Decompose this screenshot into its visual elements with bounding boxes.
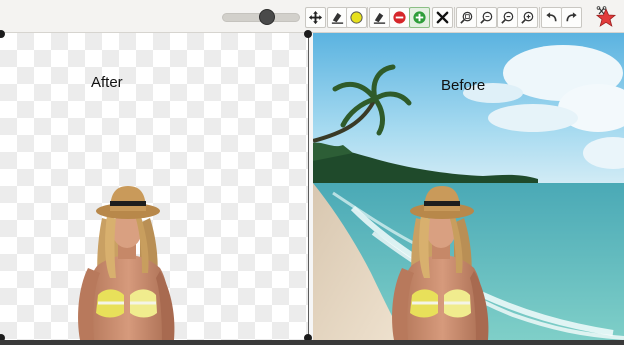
eraser-plus-icon <box>331 12 344 24</box>
app-logo <box>594 6 618 30</box>
green-plus-circle-icon <box>413 11 426 24</box>
redo-icon <box>566 12 577 22</box>
move-tool-button[interactable] <box>305 7 326 28</box>
toolbar-separator <box>367 7 368 28</box>
zoom-slider-thumb[interactable] <box>259 9 275 25</box>
toolbar-separator <box>454 7 455 28</box>
red-minus-circle-icon <box>393 11 406 24</box>
add-color-button[interactable] <box>409 7 430 28</box>
keep-color-button[interactable] <box>346 7 367 28</box>
status-bar <box>0 340 624 345</box>
keep-brush-button[interactable] <box>327 7 348 28</box>
zoom-actual-button[interactable] <box>476 7 497 28</box>
before-label: Before <box>441 77 486 94</box>
resize-handle[interactable] <box>304 30 312 38</box>
move-arrows-icon <box>308 10 323 25</box>
x-icon <box>436 11 449 24</box>
after-canvas[interactable]: After <box>0 33 309 340</box>
zoom-fit-button[interactable] <box>456 7 477 28</box>
before-canvas[interactable]: Before <box>313 33 624 340</box>
after-label: After <box>91 74 123 91</box>
zoom-out-icon <box>501 11 514 24</box>
zoom-in-button[interactable] <box>517 7 538 28</box>
zoom-in-icon <box>521 11 534 24</box>
eraser-minus-icon <box>373 12 386 24</box>
undo-icon <box>546 12 557 22</box>
redo-button[interactable] <box>561 7 582 28</box>
star-scissors-icon <box>595 6 617 27</box>
zoom-out-button[interactable] <box>497 7 518 28</box>
remove-color-button[interactable] <box>389 7 410 28</box>
remove-brush-button[interactable] <box>369 7 390 28</box>
toolbar <box>0 0 624 33</box>
zoom-slider[interactable] <box>222 9 302 25</box>
toolbar-separator <box>539 7 540 28</box>
yellow-circle-icon <box>350 11 363 24</box>
clear-button[interactable] <box>432 7 453 28</box>
undo-button[interactable] <box>541 7 562 28</box>
zoom-actual-icon <box>480 11 493 24</box>
cutout-woman-image <box>78 186 175 340</box>
zoom-fit-icon <box>460 11 473 24</box>
